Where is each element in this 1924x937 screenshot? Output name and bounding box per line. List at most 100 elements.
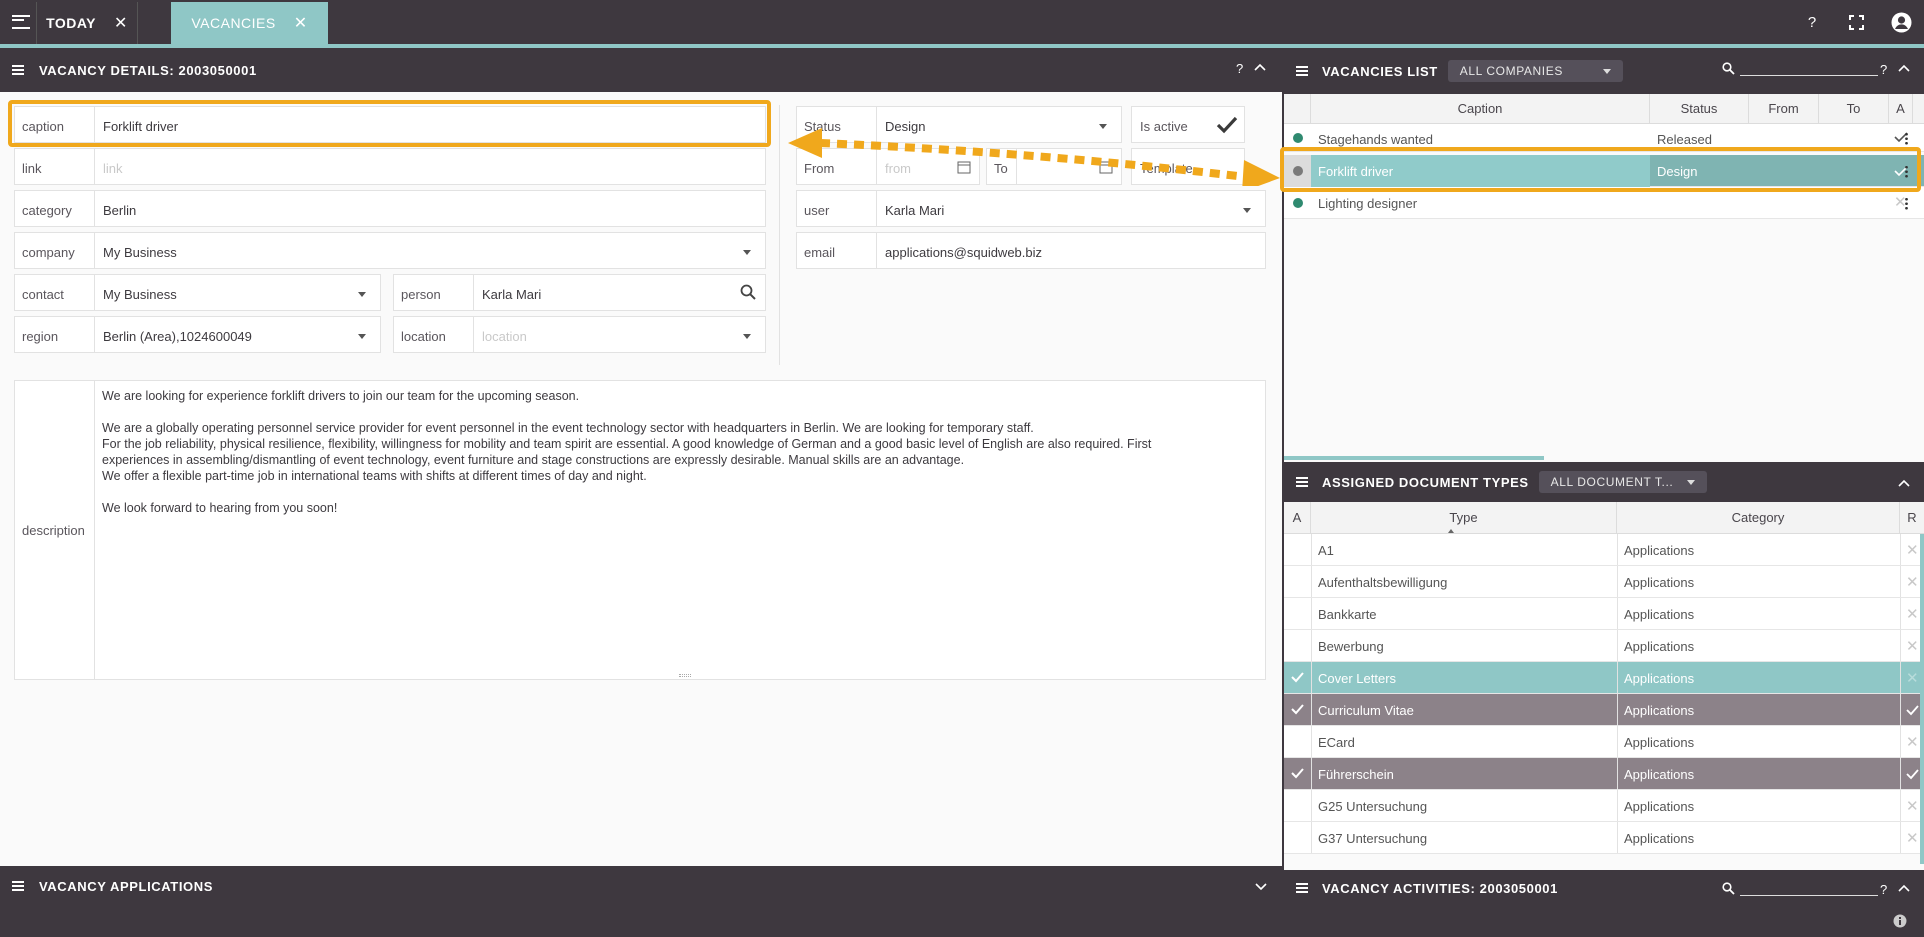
table-row[interactable]: G37 Untersuchung Applications ✕ xyxy=(1284,822,1920,854)
column-header-status[interactable]: Status xyxy=(1650,94,1749,123)
expand-icon[interactable] xyxy=(1255,880,1267,895)
search-icon[interactable] xyxy=(1722,882,1735,898)
row-menu-icon[interactable] xyxy=(1905,132,1908,145)
contact-field[interactable]: contact My Business xyxy=(14,274,381,311)
region-field[interactable]: region Berlin (Area),1024600049 xyxy=(14,316,381,353)
table-row[interactable]: ECard Applications ✕ xyxy=(1284,726,1920,758)
region-select[interactable]: Berlin (Area),1024600049 xyxy=(95,317,380,352)
panel-menu-icon[interactable] xyxy=(1296,66,1308,76)
company-field[interactable]: company My Business xyxy=(14,232,766,269)
location-field[interactable]: location location xyxy=(393,316,766,353)
assigned-checkbox[interactable] xyxy=(1284,726,1311,757)
column-header-r[interactable]: R xyxy=(1900,502,1924,533)
help-icon[interactable]: ? xyxy=(1802,12,1822,32)
assigned-checkbox[interactable] xyxy=(1284,566,1311,597)
table-row[interactable]: G25 Untersuchung Applications ✕ xyxy=(1284,790,1920,822)
user-field[interactable]: user Karla Mari xyxy=(796,190,1266,227)
main-menu-icon[interactable] xyxy=(10,12,32,32)
assigned-checkbox[interactable] xyxy=(1284,662,1311,693)
assigned-checkbox[interactable] xyxy=(1284,598,1311,629)
table-row[interactable]: A1 Applications ✕ xyxy=(1284,534,1920,566)
close-icon[interactable]: ✕ xyxy=(294,13,308,33)
tab-vacancies[interactable]: VACANCIES ✕ xyxy=(171,2,328,44)
table-row[interactable]: Aufenthaltsbewilligung Applications ✕ xyxy=(1284,566,1920,598)
panel-menu-icon[interactable] xyxy=(12,65,24,75)
user-account-icon[interactable] xyxy=(1890,11,1912,33)
panel-menu-icon[interactable] xyxy=(12,881,24,891)
assigned-checkbox[interactable] xyxy=(1284,790,1311,821)
column-header-a[interactable]: A xyxy=(1284,502,1311,533)
x-mark-icon[interactable]: ✕ xyxy=(1906,573,1919,591)
column-header-a[interactable]: A xyxy=(1889,94,1913,123)
x-mark-icon[interactable]: ✕ xyxy=(1906,669,1919,687)
x-mark-icon[interactable]: ✕ xyxy=(1906,541,1919,559)
assigned-checkbox[interactable] xyxy=(1284,822,1311,853)
email-field[interactable]: email applications@squidweb.biz xyxy=(796,232,1266,269)
chevron-down-icon[interactable] xyxy=(743,250,751,255)
checkmark-icon[interactable] xyxy=(1906,704,1919,719)
x-mark-icon[interactable]: ✕ xyxy=(1906,733,1919,751)
table-row[interactable]: Bankkarte Applications ✕ xyxy=(1284,598,1920,630)
person-field[interactable]: person Karla Mari xyxy=(393,274,766,311)
table-row[interactable]: Cover Letters Applications ✕ xyxy=(1284,662,1920,694)
chevron-down-icon[interactable] xyxy=(358,334,366,339)
help-icon[interactable]: ? xyxy=(1880,882,1887,897)
assigned-checkbox[interactable] xyxy=(1284,534,1311,565)
x-mark-icon[interactable]: ✕ xyxy=(1906,829,1919,847)
x-mark-icon[interactable]: ✕ xyxy=(1906,605,1919,623)
panel-menu-icon[interactable] xyxy=(1296,883,1308,893)
close-icon[interactable]: ✕ xyxy=(114,13,128,33)
link-field[interactable]: link link xyxy=(14,148,766,185)
link-input[interactable]: link xyxy=(95,149,765,184)
vertical-scrollbar[interactable] xyxy=(1920,534,1924,864)
column-header-to[interactable]: To xyxy=(1819,94,1889,123)
info-icon[interactable] xyxy=(1893,914,1907,931)
table-row[interactable]: Curriculum Vitae Applications xyxy=(1284,694,1920,726)
assigned-checkbox[interactable] xyxy=(1284,694,1311,725)
table-row[interactable]: Führerschein Applications xyxy=(1284,758,1920,790)
chevron-down-icon[interactable] xyxy=(1243,208,1251,213)
contact-select[interactable]: My Business xyxy=(95,275,380,310)
checkmark-icon[interactable] xyxy=(1906,768,1919,783)
scroll-indicator[interactable] xyxy=(1284,456,1544,460)
category-field[interactable]: category Berlin xyxy=(14,190,766,227)
row-menu-icon[interactable] xyxy=(1905,197,1908,210)
help-icon[interactable]: ? xyxy=(1236,61,1243,76)
collapse-icon[interactable] xyxy=(1898,476,1910,491)
column-header-caption[interactable]: Caption xyxy=(1311,94,1650,123)
location-select[interactable]: location xyxy=(474,317,765,352)
assigned-checkbox[interactable] xyxy=(1284,758,1311,789)
fullscreen-icon[interactable] xyxy=(1846,12,1866,32)
tab-today[interactable]: TODAY ✕ xyxy=(36,2,138,44)
search-input[interactable] xyxy=(1740,895,1878,896)
resize-handle[interactable] xyxy=(679,674,691,677)
collapse-icon[interactable] xyxy=(1898,61,1910,76)
column-header-from[interactable]: From xyxy=(1749,94,1819,123)
help-icon[interactable]: ? xyxy=(1880,62,1887,77)
chevron-down-icon[interactable] xyxy=(358,292,366,297)
description-textarea[interactable]: We are looking for experience forklift d… xyxy=(95,381,1265,679)
collapse-icon[interactable] xyxy=(1898,881,1910,896)
assigned-checkbox[interactable] xyxy=(1284,630,1311,661)
category-input[interactable]: Berlin xyxy=(95,191,765,226)
search-input[interactable] xyxy=(1740,75,1878,76)
description-field[interactable]: description We are looking for experienc… xyxy=(14,380,1266,680)
company-filter-dropdown[interactable]: ALL COMPANIES xyxy=(1447,60,1623,82)
x-mark-icon[interactable]: ✕ xyxy=(1906,637,1919,655)
panel-menu-icon[interactable] xyxy=(1296,477,1308,487)
selected-row-highlight-frame xyxy=(1280,147,1921,192)
collapse-icon[interactable] xyxy=(1254,60,1266,75)
user-select[interactable]: Karla Mari xyxy=(877,191,1265,226)
search-icon[interactable] xyxy=(740,284,756,303)
company-select[interactable]: My Business xyxy=(95,233,765,268)
x-mark-icon[interactable]: ✕ xyxy=(1906,797,1919,815)
person-input[interactable]: Karla Mari xyxy=(474,275,765,310)
column-header-type[interactable]: Type xyxy=(1311,502,1617,533)
column-header-category[interactable]: Category xyxy=(1617,502,1900,533)
table-row[interactable]: Bewerbung Applications ✕ xyxy=(1284,630,1920,662)
chevron-down-icon[interactable] xyxy=(743,334,751,339)
vacancy-applications-title: VACANCY APPLICATIONS xyxy=(39,878,214,894)
document-type-filter-dropdown[interactable]: ALL DOCUMENT T... xyxy=(1538,471,1707,493)
email-input[interactable]: applications@squidweb.biz xyxy=(877,233,1265,268)
search-icon[interactable] xyxy=(1722,62,1735,78)
